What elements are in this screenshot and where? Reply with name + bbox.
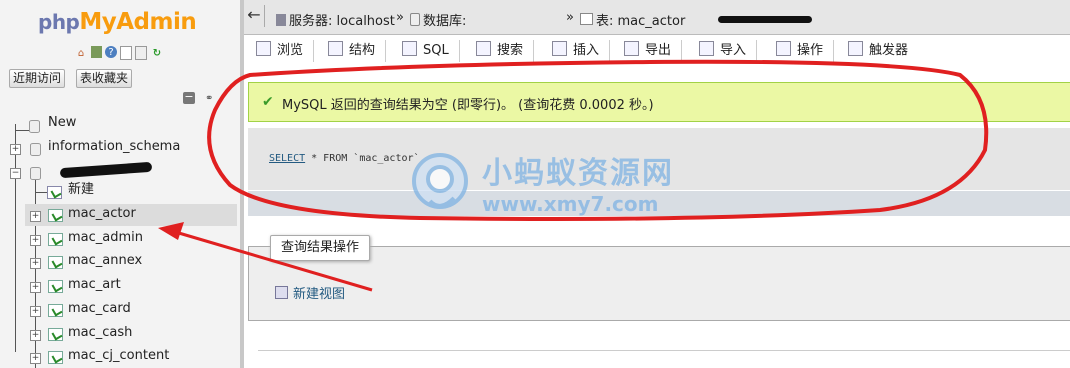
breadcrumb-server[interactable]: 服务器: localhost bbox=[276, 10, 395, 29]
success-text: MySQL 返回的查询结果为空 (即零行)。 (查询花费 0.0002 秒。) bbox=[282, 98, 654, 113]
tab-operations[interactable]: 操作 bbox=[776, 40, 835, 62]
table-icon[interactable] bbox=[48, 256, 63, 269]
help-icon[interactable]: ? bbox=[105, 46, 117, 58]
sql-query-box: SELECT * FROM `mac_actor` bbox=[248, 128, 1070, 190]
sql-icon bbox=[402, 41, 417, 56]
favorites-button[interactable]: 表收藏夹 bbox=[76, 69, 133, 88]
nav-icon-bar: ⌂ ? ↻ bbox=[74, 46, 164, 60]
search-icon bbox=[476, 41, 491, 56]
table-icon[interactable] bbox=[48, 233, 63, 246]
tree-item-mac-actor[interactable]: mac_actor bbox=[68, 204, 136, 224]
tab-insert[interactable]: 插入 bbox=[552, 40, 611, 62]
success-message: ✔ MySQL 返回的查询结果为空 (即零行)。 (查询花费 0.0002 秒。… bbox=[248, 82, 1070, 122]
sql-keyword-select[interactable]: SELECT bbox=[269, 153, 305, 164]
query-result-operations bbox=[248, 246, 1070, 321]
database-icon bbox=[30, 143, 41, 156]
tab-export[interactable]: 导出 bbox=[624, 40, 683, 62]
breadcrumb-database[interactable]: 数据库: bbox=[410, 10, 466, 29]
expand-icon[interactable]: + bbox=[30, 353, 41, 364]
new-database-icon bbox=[29, 120, 40, 133]
insert-icon bbox=[552, 41, 567, 56]
expand-icon[interactable]: + bbox=[30, 258, 41, 269]
tree-item-information-schema[interactable]: information_schema bbox=[48, 137, 180, 157]
browse-icon bbox=[256, 41, 271, 56]
tree-item-mac-art[interactable]: mac_art bbox=[68, 275, 121, 295]
breadcrumb-separator: » bbox=[396, 10, 404, 25]
triggers-icon bbox=[848, 41, 863, 56]
link-with-main-icon[interactable]: ⚭ bbox=[205, 93, 213, 104]
breadcrumb-table[interactable]: 表: mac_actor bbox=[580, 10, 685, 29]
import-icon bbox=[699, 41, 714, 56]
new-table-icon bbox=[47, 186, 62, 199]
tab-sql[interactable]: SQL bbox=[402, 40, 460, 62]
tree-item-mac-cash[interactable]: mac_cash bbox=[68, 323, 132, 343]
table-icon[interactable] bbox=[48, 304, 63, 317]
sql-query: SELECT * FROM `mac_actor` bbox=[269, 153, 420, 164]
check-icon: ✔ bbox=[262, 94, 274, 110]
navigation-panel: phpMyAdmin ⌂ ? ↻ 近期访问 表收藏夹 − ⚭ New + inf… bbox=[0, 0, 240, 368]
collapse-all-icon[interactable]: − bbox=[183, 91, 195, 104]
sql-options-bar bbox=[248, 191, 1070, 216]
phpmyadmin-logo[interactable]: phpMyAdmin bbox=[38, 9, 197, 35]
sql-table-name: `mac_actor` bbox=[353, 153, 420, 164]
tab-browse[interactable]: 浏览 bbox=[256, 40, 315, 62]
table-icon[interactable] bbox=[48, 280, 63, 293]
collapse-icon[interactable]: − bbox=[10, 168, 21, 179]
server-icon bbox=[276, 14, 286, 26]
divider bbox=[258, 350, 1070, 351]
tree-item-new[interactable]: New bbox=[48, 113, 76, 133]
tab-structure[interactable]: 结构 bbox=[328, 40, 387, 62]
recent-button[interactable]: 近期访问 bbox=[9, 69, 66, 88]
tree-item-mac-annex[interactable]: mac_annex bbox=[68, 251, 142, 271]
tree-item-mac-cj-content[interactable]: mac_cj_content bbox=[68, 346, 169, 366]
reload-icon[interactable]: ↻ bbox=[150, 46, 164, 60]
breadcrumb: ← 服务器: localhost » 数据库: » 表: mac_actor bbox=[244, 0, 1070, 35]
tree-line bbox=[15, 124, 16, 352]
expand-icon[interactable]: + bbox=[30, 282, 41, 293]
database-icon bbox=[30, 167, 41, 180]
create-view-link[interactable]: 新建视图 bbox=[275, 283, 345, 302]
tab-triggers[interactable]: 触发器 bbox=[848, 40, 918, 62]
tree-item-mac-card[interactable]: mac_card bbox=[68, 299, 131, 319]
expand-icon[interactable]: + bbox=[10, 144, 21, 155]
docs-icon[interactable] bbox=[120, 46, 132, 60]
expand-icon[interactable]: + bbox=[30, 306, 41, 317]
redacted-database-name bbox=[718, 16, 812, 23]
expand-icon[interactable]: + bbox=[30, 211, 41, 222]
table-icon bbox=[580, 13, 593, 25]
export-icon bbox=[624, 41, 639, 56]
home-icon[interactable]: ⌂ bbox=[74, 46, 88, 60]
database-icon bbox=[410, 13, 420, 26]
expand-icon[interactable]: + bbox=[30, 235, 41, 246]
redacted-database-name bbox=[59, 161, 153, 179]
breadcrumb-separator: » bbox=[566, 10, 574, 25]
tree-item-new-table[interactable]: 新建 bbox=[68, 180, 94, 200]
structure-icon bbox=[328, 41, 343, 56]
view-icon bbox=[275, 286, 288, 299]
tree-item-mac-admin[interactable]: mac_admin bbox=[68, 228, 143, 248]
tab-search[interactable]: 搜索 bbox=[476, 40, 535, 62]
back-arrow-icon[interactable]: ← bbox=[244, 5, 265, 27]
expand-icon[interactable]: + bbox=[30, 330, 41, 341]
tab-import[interactable]: 导入 bbox=[699, 40, 758, 62]
table-icon[interactable] bbox=[48, 328, 63, 341]
settings-icon[interactable] bbox=[135, 46, 147, 60]
logout-icon[interactable] bbox=[91, 46, 102, 58]
operations-legend: 查询结果操作 bbox=[270, 235, 371, 261]
table-tabs: 浏览 结构 SQL 搜索 插入 导出 导入 操作 触发器 bbox=[244, 35, 1070, 63]
wrench-icon bbox=[776, 41, 791, 56]
table-icon[interactable] bbox=[48, 351, 63, 364]
table-icon[interactable] bbox=[48, 209, 63, 222]
